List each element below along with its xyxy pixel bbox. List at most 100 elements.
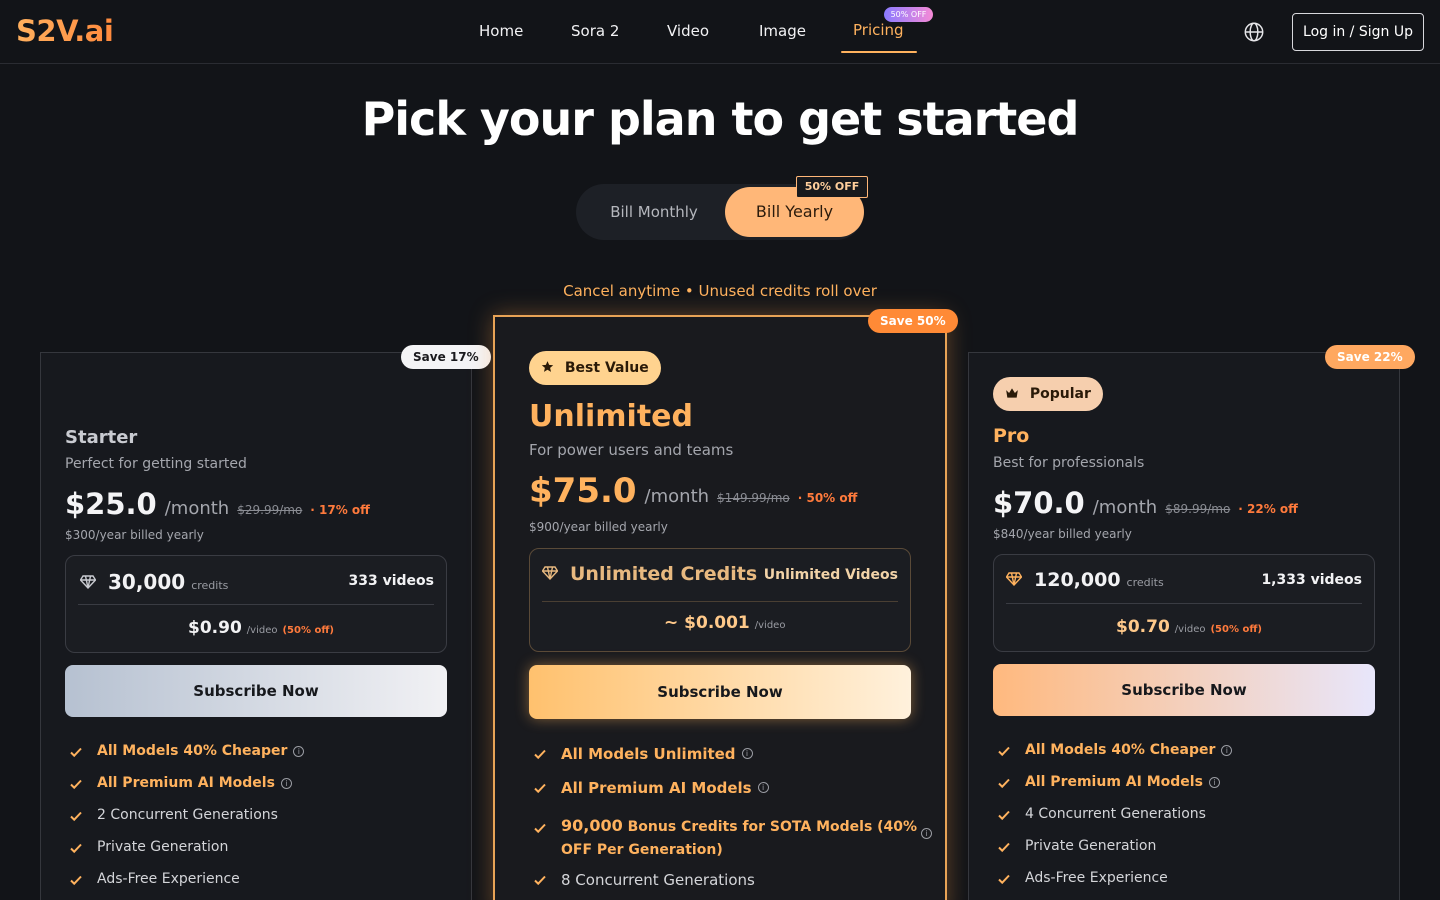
nav-pricing[interactable]: Pricing xyxy=(853,21,904,39)
old-price: $29.99/mo xyxy=(237,503,303,517)
cancel-anytime-note: Cancel anytime • Unused credits roll ove… xyxy=(563,282,877,300)
diamond-icon xyxy=(1006,572,1022,586)
per-video-unit: /video xyxy=(754,620,786,631)
per-video-price: $0.70 /video (50% off) xyxy=(1116,617,1262,637)
divider xyxy=(1006,603,1362,604)
nav-video[interactable]: Video xyxy=(667,22,709,40)
diamond-icon xyxy=(80,575,96,589)
plan-subtitle: Perfect for getting started xyxy=(65,456,247,472)
info-icon[interactable]: i xyxy=(741,748,753,759)
check-icon xyxy=(534,875,546,886)
feature-item: 2 Concurrent Generations xyxy=(69,807,278,823)
save-badge-unlimited: Save 50% xyxy=(868,309,958,333)
feature-item: All Models Unlimited i xyxy=(533,745,753,763)
credits-unit: credits xyxy=(1126,576,1164,589)
credits-box: Unlimited Credits Unlimited Videos ~ $0.… xyxy=(529,548,911,652)
feature-item: All Premium AI Models i xyxy=(69,775,292,791)
credits-amount: 120,000 credits xyxy=(1006,569,1164,591)
billed-yearly-note: $300/year billed yearly xyxy=(65,528,204,542)
per-video-price: ~ $0.001 /video xyxy=(664,613,785,633)
billed-yearly-note: $840/year billed yearly xyxy=(993,527,1132,541)
info-icon[interactable]: i xyxy=(1221,745,1233,756)
credits-amount: 30,000 credits xyxy=(80,570,228,594)
per-video-unit: /video xyxy=(1174,624,1206,635)
feature-text: 8 Concurrent Generations xyxy=(561,871,755,889)
info-icon[interactable]: i xyxy=(293,746,305,757)
check-icon xyxy=(998,810,1010,821)
feature-text: All Premium AI Models xyxy=(561,779,752,797)
check-icon xyxy=(70,747,82,758)
price-row: $75.0 /month $149.99/mo · 50% off xyxy=(529,471,857,511)
info-icon[interactable]: i xyxy=(921,828,933,839)
info-icon[interactable]: i xyxy=(280,778,292,789)
feature-text: Ads-Free Experience xyxy=(97,871,240,887)
bill-monthly-option[interactable]: Bill Monthly xyxy=(580,188,728,236)
logo[interactable]: S2V.ai xyxy=(16,14,114,48)
plan-price: $25.0 xyxy=(65,487,157,521)
feature-item: All Premium AI Models i xyxy=(533,779,769,797)
subscribe-button-starter[interactable]: Subscribe Now xyxy=(65,665,447,717)
video-count: Unlimited Videos xyxy=(763,567,898,583)
plan-subtitle: For power users and teams xyxy=(529,441,734,459)
credits-unit: credits xyxy=(191,579,229,592)
price-period: /month xyxy=(644,486,710,507)
price-row: $25.0 /month $29.99/mo · 17% off xyxy=(65,487,370,521)
page-title: Pick your plan to get started xyxy=(361,92,1080,146)
nav-image[interactable]: Image xyxy=(759,22,806,40)
nav-sora-2[interactable]: Sora 2 xyxy=(571,22,619,40)
best-value-tag: Best Value xyxy=(529,351,661,385)
discount-percent: · 50% off xyxy=(797,491,858,505)
plan-name: Pro xyxy=(993,425,1030,447)
per-video-value: $0.90 xyxy=(188,618,242,638)
login-signup-button[interactable]: Log in / Sign Up xyxy=(1292,13,1424,51)
subscribe-button-unlimited[interactable]: Subscribe Now xyxy=(529,665,911,719)
price-period: /month xyxy=(1092,497,1158,518)
feature-item: 8 Concurrent Generations xyxy=(533,871,755,889)
check-icon xyxy=(534,823,546,834)
video-count: 1,333 videos xyxy=(1261,572,1362,588)
feature-item: All Models 40% Cheaper i xyxy=(997,742,1233,758)
per-video-value: $0.70 xyxy=(1116,617,1170,637)
per-video-unit: /video xyxy=(246,625,278,636)
save-badge-starter: Save 17% xyxy=(401,345,491,369)
per-video-discount: (50% off) xyxy=(1210,624,1262,635)
old-price: $149.99/mo xyxy=(717,491,790,505)
credits-value: Unlimited Credits xyxy=(570,563,758,585)
info-icon[interactable]: i xyxy=(757,782,769,793)
credits-box: 30,000 credits 333 videos $0.90 /video (… xyxy=(65,555,447,653)
feature-text: All Models Unlimited xyxy=(561,745,736,763)
feature-item: 4 Concurrent Generations xyxy=(997,806,1206,822)
globe-icon[interactable] xyxy=(1243,21,1265,43)
nav-home[interactable]: Home xyxy=(479,22,523,40)
check-icon xyxy=(70,875,82,886)
plan-card-unlimited: Best Value Unlimited For power users and… xyxy=(493,315,947,900)
check-icon xyxy=(998,778,1010,789)
credits-amount: Unlimited Credits xyxy=(542,563,757,585)
check-icon xyxy=(998,874,1010,885)
feature-item: Private Generation xyxy=(69,839,228,855)
tag-label: Popular xyxy=(1029,386,1091,402)
feature-text-block: 90,000 Bonus Credits for SOTA Models (40… xyxy=(561,815,917,861)
divider xyxy=(542,601,898,602)
check-icon xyxy=(534,749,546,760)
plan-name: Starter xyxy=(65,427,138,448)
old-price: $89.99/mo xyxy=(1165,502,1231,516)
plan-card-starter: Starter Perfect for getting started $25.… xyxy=(40,352,472,900)
tag-label: Best Value xyxy=(564,360,649,376)
subscribe-button-pro[interactable]: Subscribe Now xyxy=(993,664,1375,716)
crown-icon xyxy=(1006,388,1018,398)
feature-text: All Premium AI Models xyxy=(97,775,275,791)
check-icon xyxy=(534,783,546,794)
billed-yearly-note: $900/year billed yearly xyxy=(529,520,668,534)
feature-text: All Models 40% Cheaper xyxy=(97,743,288,759)
plan-card-pro: Popular Pro Best for professionals $70.0… xyxy=(968,352,1400,900)
credits-value: 120,000 xyxy=(1034,569,1121,591)
feature-text: All Models 40% Cheaper xyxy=(1025,742,1216,758)
diamond-icon xyxy=(542,566,558,580)
check-icon xyxy=(70,843,82,854)
plan-subtitle: Best for professionals xyxy=(993,455,1145,471)
check-icon xyxy=(998,842,1010,853)
info-icon[interactable]: i xyxy=(1208,777,1220,788)
save-badge-pro: Save 22% xyxy=(1325,345,1415,369)
bonus-credits-amount: 90,000 xyxy=(561,816,623,835)
